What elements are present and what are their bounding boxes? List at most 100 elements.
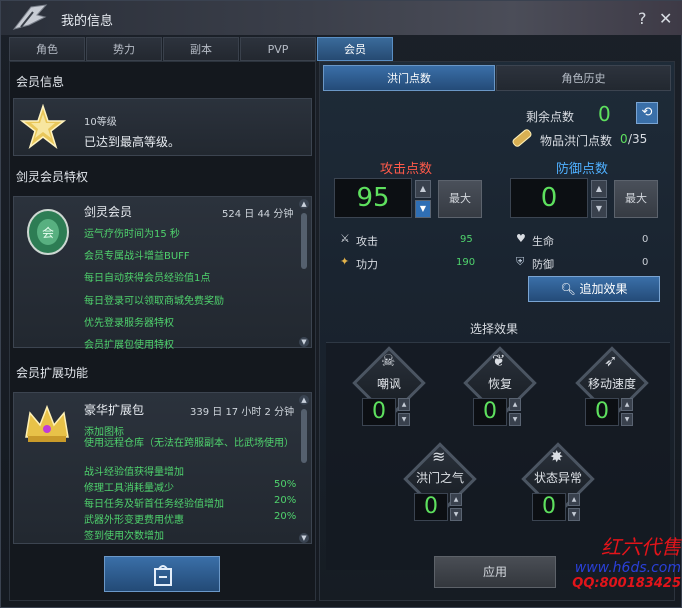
effect-taunt-label: 嘲讽	[376, 377, 401, 391]
ext-item-value: 20%	[274, 511, 297, 522]
add-effect-button[interactable]: 🔍︎ 追加效果	[528, 276, 660, 302]
effect-taunt-value[interactable]: 0	[362, 398, 396, 426]
scroll-down-icon[interactable]: ▼	[299, 533, 309, 543]
attack-max-button[interactable]: 最大	[438, 180, 482, 218]
reset-button[interactable]: ⟲	[636, 102, 658, 124]
privilege-item: 优先登录服务器特权	[84, 318, 174, 329]
left-panel: 会员信息 10等级 已达到最高等级。 剑灵会员特权 会 剑灵会员 524 日 4…	[9, 61, 316, 601]
privilege-scrollbar[interactable]: ▲ ▼	[299, 199, 309, 347]
tab-character[interactable]: 角色	[9, 37, 85, 61]
effect-increase-button[interactable]: ▲	[450, 493, 462, 506]
level-card: 10等级 已达到最高等级。	[13, 98, 312, 156]
ext-item: 战斗经验值获得量增加	[84, 467, 184, 478]
remaining-points-value: 0	[598, 102, 611, 126]
member-info-window: 我的信息 ? ✕ 角色 势力 副本 PVP 会员 会员信息 10等级 已达到最高…	[0, 0, 682, 608]
attack-decrease-button[interactable]: ▼	[415, 200, 431, 218]
close-button[interactable]: ✕	[659, 9, 672, 28]
help-button[interactable]: ?	[638, 9, 647, 28]
privilege-item: 运气疗伤时间为15 秒	[84, 229, 180, 240]
effect-hongmen-qi-value[interactable]: 0	[414, 493, 448, 521]
effect-increase-button[interactable]: ▲	[509, 398, 521, 411]
tab-pvp[interactable]: PVP	[240, 37, 316, 61]
tab-member[interactable]: 会员	[317, 37, 393, 61]
privilege-card: 会 剑灵会员 524 日 44 分钟 运气疗伤时间为15 秒 会员专属战斗增益B…	[13, 196, 312, 351]
defense-max-button[interactable]: 最大	[614, 180, 658, 218]
subtab-hongmen-points[interactable]: 洪门点数	[323, 65, 495, 91]
privilege-header: 剑灵会员特权	[16, 170, 89, 184]
effect-recovery-value[interactable]: 0	[473, 398, 507, 426]
tab-faction[interactable]: 势力	[86, 37, 162, 61]
defense-points-label: 防御点数	[556, 162, 609, 177]
remaining-points-label: 剩余点数	[526, 110, 575, 124]
attack-increase-button[interactable]: ▲	[415, 180, 431, 198]
heart-icon: ♥	[516, 232, 526, 245]
search-icon: 🔍︎	[560, 282, 576, 296]
add-effect-label: 追加效果	[579, 282, 628, 296]
effect-decrease-button[interactable]: ▼	[398, 413, 410, 426]
watermark-line2: www.h6ds.com	[574, 560, 681, 576]
tab-dungeon[interactable]: 副本	[163, 37, 239, 61]
attack-points-label: 攻击点数	[380, 162, 433, 177]
ext-item: 添加图标	[84, 427, 124, 438]
defense-points-input[interactable]: 0	[510, 178, 588, 218]
ext-item: 修理工具消耗量减少	[84, 483, 174, 494]
scroll-up-icon[interactable]: ▲	[299, 199, 309, 209]
effect-move-speed-value[interactable]: 0	[585, 398, 619, 426]
subtab-character-history[interactable]: 角色历史	[496, 65, 671, 91]
privilege-item: 会员专属战斗增益BUFF	[84, 251, 190, 262]
ext-time: 339 日 17 小时 2 分钟	[190, 407, 295, 418]
ext-card: 豪华扩展包 339 日 17 小时 2 分钟 添加图标 使用远程仓库（无法在跨服…	[13, 392, 312, 544]
stat-defense-label: 防御	[532, 258, 554, 271]
scroll-down-icon[interactable]: ▼	[299, 337, 309, 347]
stat-defense-value: 0	[642, 257, 649, 268]
svg-text:会: 会	[42, 226, 54, 240]
shop-bag-icon	[154, 565, 172, 586]
item-points-value: 0	[620, 132, 628, 146]
scroll-item-icon	[512, 129, 532, 147]
effect-increase-button[interactable]: ▲	[621, 398, 633, 411]
right-panel: 洪门点数 角色历史 剩余点数 0 ⟲ 物品洪门点数 0 /35 攻击点数 防御点…	[319, 61, 675, 601]
stat-attack-value: 95	[460, 234, 473, 245]
wing-icon: ➶	[604, 351, 618, 370]
ext-item: 使用远程仓库（无法在跨服副本、比武场使用）	[84, 438, 294, 449]
stat-life-label: 生命	[532, 235, 554, 248]
effect-increase-button[interactable]: ▲	[398, 398, 410, 411]
apply-button[interactable]: 应用	[434, 556, 556, 588]
scroll-thumb[interactable]	[301, 213, 307, 269]
watermark-line3: QQ:800183425	[572, 576, 681, 591]
effect-hongmen-qi-label: 洪门之气	[415, 471, 464, 485]
effect-decrease-button[interactable]: ▼	[621, 413, 633, 426]
effect-decrease-button[interactable]: ▼	[568, 508, 580, 521]
ext-item: 武器外形变更费用优惠	[84, 515, 184, 526]
title-bar: 我的信息 ? ✕	[1, 1, 682, 35]
ext-scrollbar[interactable]: ▲ ▼	[299, 395, 309, 543]
ext-header: 会员扩展功能	[16, 366, 89, 380]
defense-decrease-button[interactable]: ▼	[591, 200, 607, 218]
watermark: 红六代售 www.h6ds.com QQ:800183425	[549, 531, 681, 591]
privilege-item: 每日自动获得会员经验值1点	[84, 273, 211, 284]
scroll-up-icon[interactable]: ▲	[299, 395, 309, 405]
stat-power-value: 190	[456, 257, 476, 268]
ext-item-value: 20%	[274, 495, 297, 506]
watermark-line1: 红六代售	[601, 535, 681, 559]
effect-decrease-button[interactable]: ▼	[450, 508, 462, 521]
member-info-header: 会员信息	[16, 75, 65, 89]
ext-item-value: 50%	[274, 479, 297, 490]
main-tabs: 角色 势力 副本 PVP 会员	[9, 37, 394, 61]
skull-icon: ☠	[381, 351, 396, 370]
effect-status-ailment-value[interactable]: 0	[532, 493, 566, 521]
scroll-thumb[interactable]	[301, 409, 307, 463]
window-title: 我的信息	[61, 14, 114, 29]
defense-increase-button[interactable]: ▲	[591, 180, 607, 198]
shop-button[interactable]	[104, 556, 220, 592]
attack-points-input[interactable]: 95	[334, 178, 412, 218]
item-points-label: 物品洪门点数	[540, 134, 613, 148]
effect-decrease-button[interactable]: ▼	[509, 413, 521, 426]
privilege-time: 524 日 44 分钟	[222, 209, 294, 220]
effect-increase-button[interactable]: ▲	[568, 493, 580, 506]
ext-item: 签到使用次数增加	[84, 531, 164, 542]
shield-icon: ⛨	[516, 255, 525, 268]
stat-power-label: 功力	[356, 258, 378, 271]
crown-icon	[25, 404, 69, 442]
stat-life-value: 0	[642, 234, 649, 245]
